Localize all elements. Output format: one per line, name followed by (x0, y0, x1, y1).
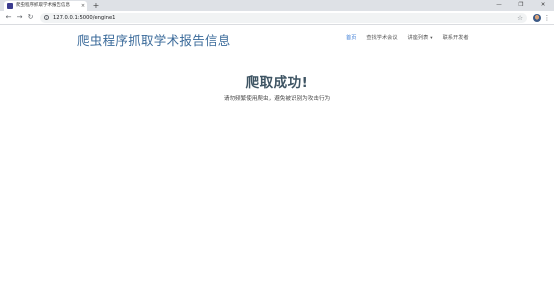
success-headline: 爬取成功! (245, 75, 309, 91)
site-title[interactable]: 爬虫程序抓取学术报告信息 (77, 30, 231, 49)
nav-item-lecture-list-label: 讲座列表 (407, 35, 429, 41)
bookmark-star-icon[interactable]: ☆ (517, 14, 523, 22)
tab-favicon-icon (7, 3, 13, 9)
close-window-button[interactable]: ✕ (532, 0, 554, 11)
browser-tab[interactable]: 爬虫程序抓取学术报告信息 × (4, 1, 87, 11)
site-info-icon[interactable]: i (44, 15, 49, 20)
site-nav: 首页 查找学术会议 讲座列表 ▾ 联系开发者 (346, 34, 479, 41)
address-bar[interactable]: i 127.0.0.1:5000/engine1 ☆ (40, 12, 527, 23)
restore-button[interactable]: ❐ (510, 0, 532, 11)
minimize-button[interactable]: — (488, 0, 510, 11)
new-tab-button[interactable]: + (91, 0, 101, 11)
chevron-down-icon: ▾ (430, 36, 433, 41)
nav-item-find-conference[interactable]: 查找学术会议 (366, 34, 397, 41)
profile-avatar[interactable] (533, 13, 541, 22)
nav-item-home[interactable]: 首页 (346, 34, 356, 41)
tab-title: 爬虫程序抓取学术报告信息 (16, 3, 70, 8)
forward-arrow-icon[interactable]: → (14, 12, 25, 23)
page-content: 爬虫程序抓取学术报告信息 首页 查找学术会议 讲座列表 ▾ 联系开发者 爬取成功!… (0, 25, 554, 296)
browser-tab-strip: 爬虫程序抓取学术报告信息 × + — ❐ ✕ (0, 0, 554, 11)
back-arrow-icon[interactable]: ← (3, 12, 14, 23)
tab-close-icon[interactable]: × (79, 3, 87, 9)
url-text[interactable]: 127.0.0.1:5000/engine1 (53, 15, 515, 21)
nav-item-lecture-list[interactable]: 讲座列表 ▾ (408, 34, 433, 41)
reload-icon[interactable]: ↻ (25, 12, 36, 23)
browser-toolbar: ← → ↻ i 127.0.0.1:5000/engine1 ☆ ⋮ (0, 11, 554, 25)
nav-item-contact-developer[interactable]: 联系开发者 (443, 34, 469, 41)
warning-text: 请勿频繁使用爬虫，避免被识别为攻击行为 (223, 96, 331, 102)
browser-menu-icon[interactable]: ⋮ (543, 13, 551, 23)
window-controls: — ❐ ✕ (488, 0, 554, 11)
